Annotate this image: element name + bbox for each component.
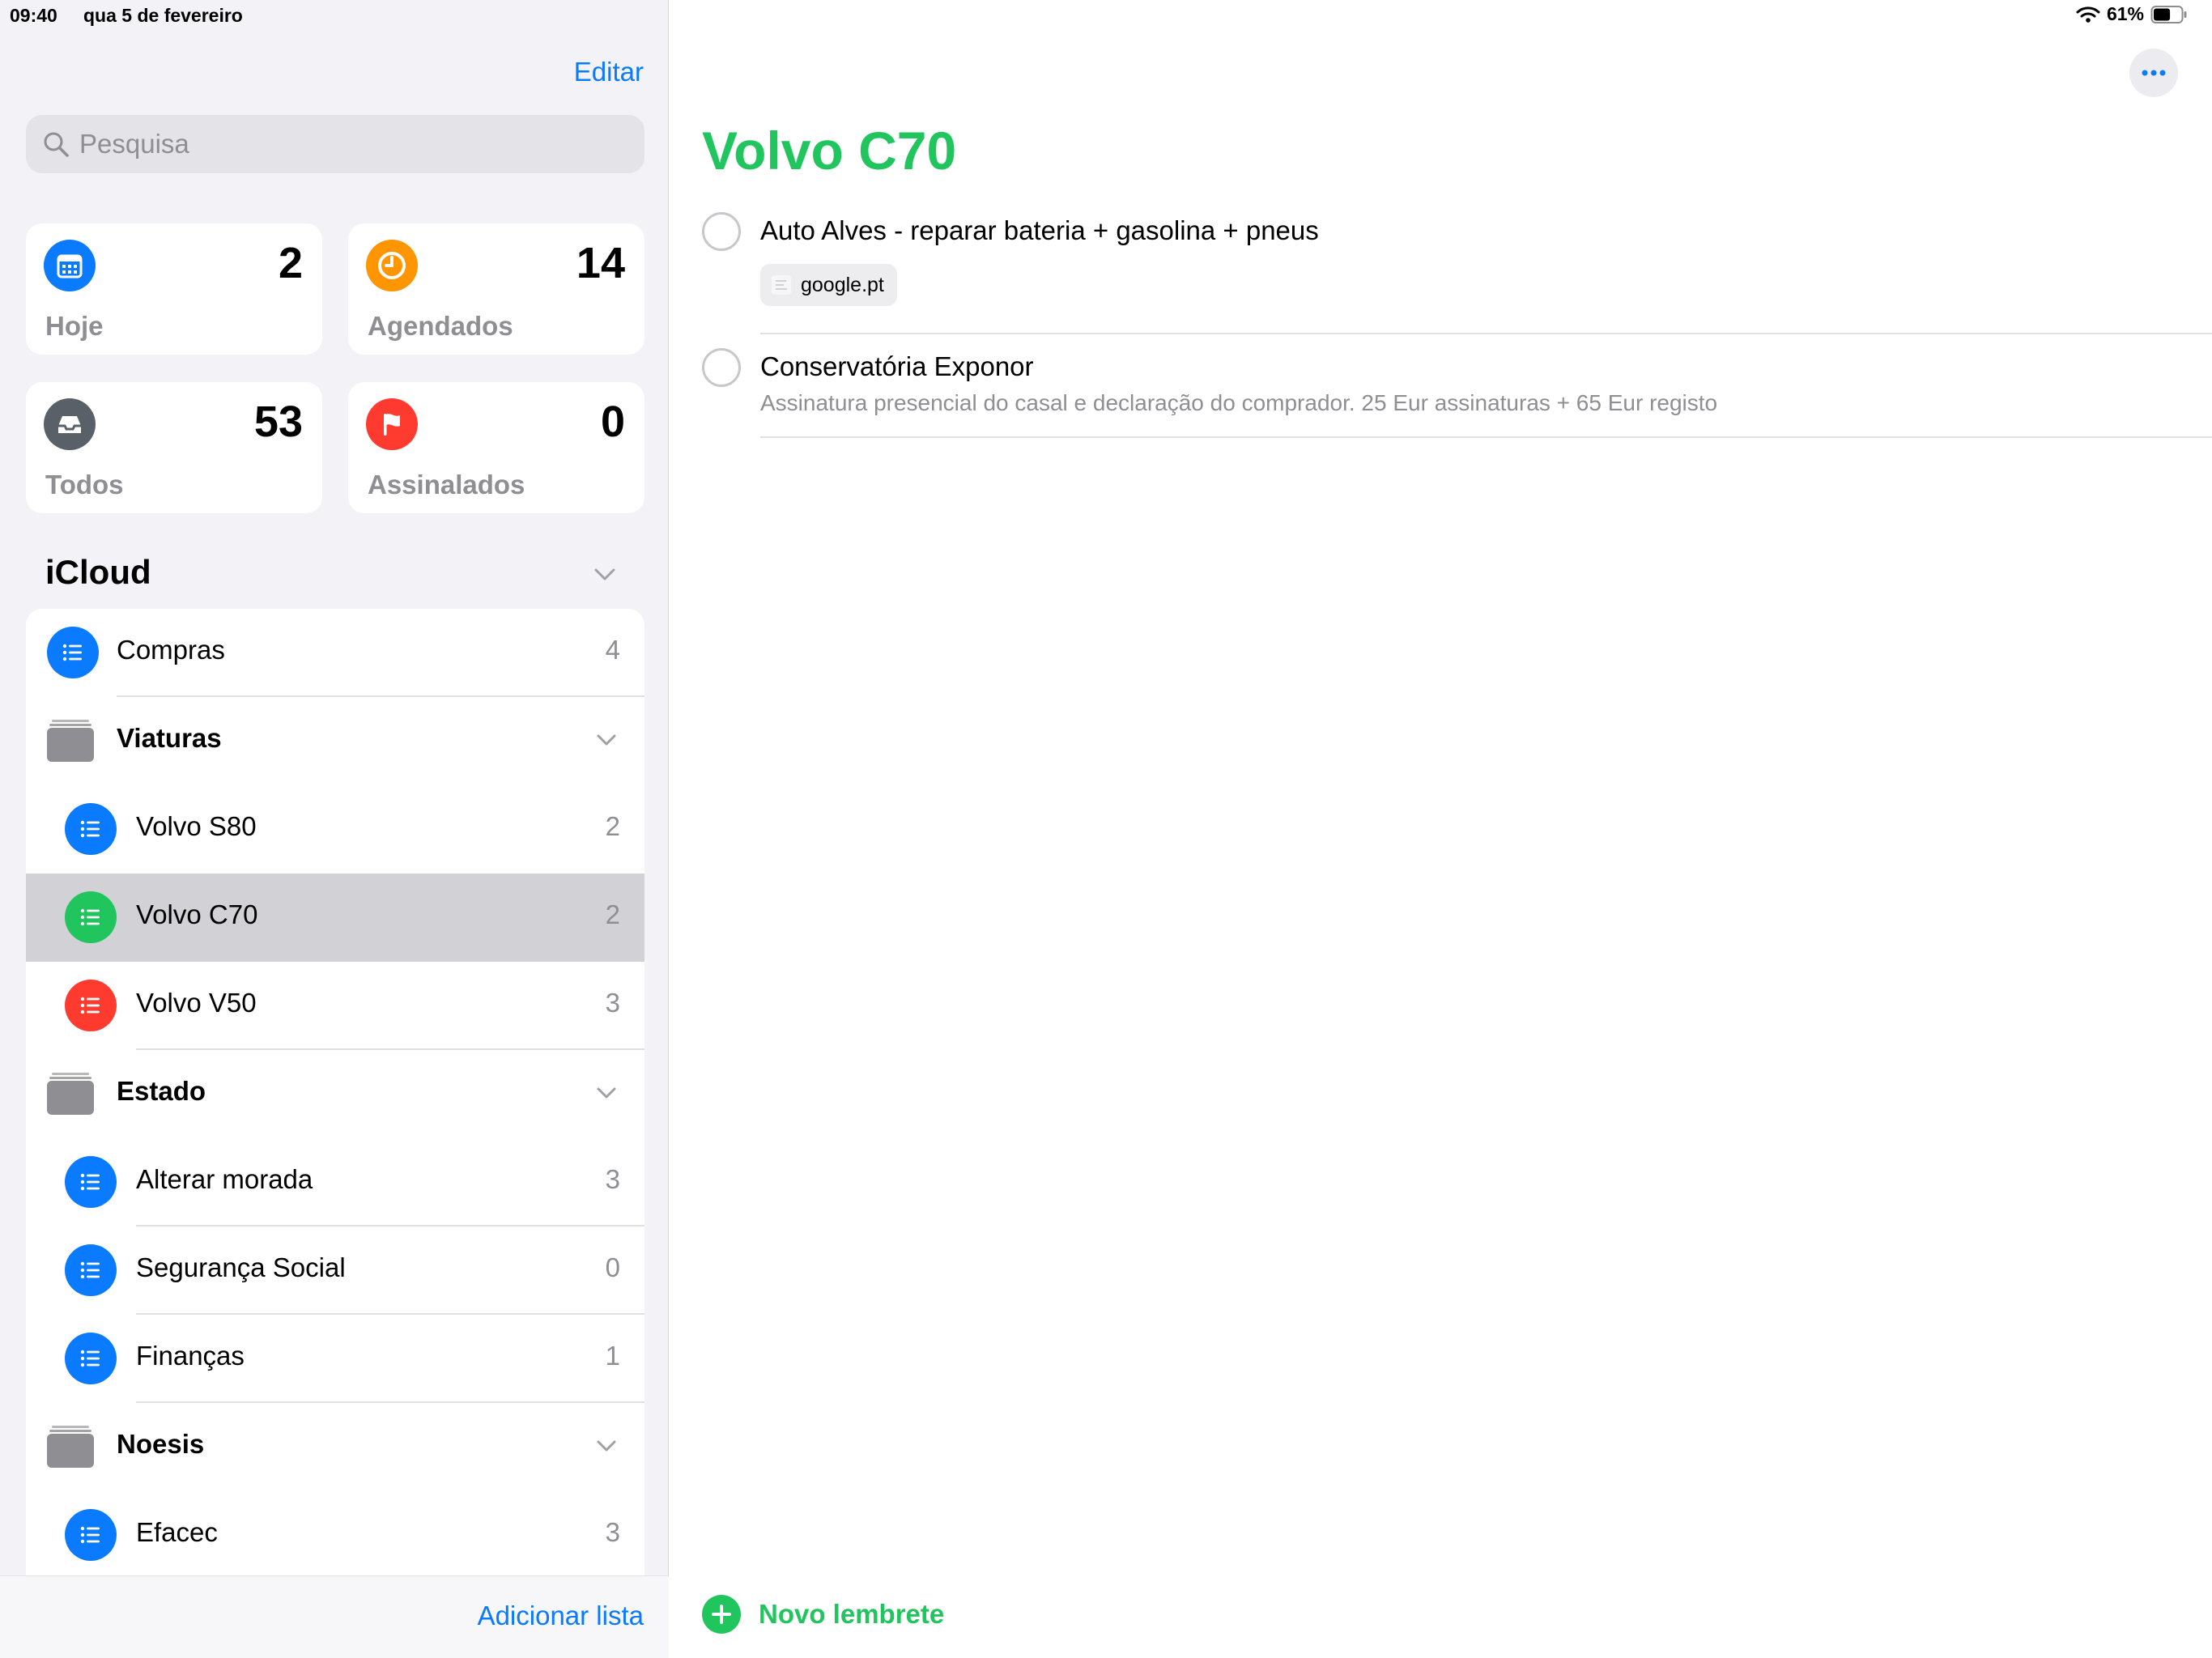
list-item-finanças[interactable]: Finanças 1 [26, 1315, 644, 1403]
search-field[interactable]: Pesquisa [26, 115, 644, 173]
list-name: Finanças [136, 1341, 245, 1371]
smart-list-label: Agendados [368, 311, 513, 341]
list-item-alterar-morada[interactable]: Alterar morada 3 [26, 1138, 644, 1226]
list-item-efacec[interactable]: Efacec 3 [26, 1491, 644, 1575]
add-list-button[interactable]: Adicionar lista [478, 1601, 644, 1631]
section-title: iCloud [45, 553, 151, 591]
smart-list-scheduled[interactable]: 14 Agendados [348, 223, 644, 355]
list-count: 1 [605, 1341, 620, 1371]
list-icon [65, 803, 117, 855]
reminder-item: Conservatória Exponor Assinatura presenc… [702, 348, 2212, 439]
reminders-pane: 61% Volvo C70 Auto Alves - reparar bater… [670, 0, 2212, 1658]
group-name: Noesis [117, 1429, 205, 1459]
chevron-down-icon[interactable] [594, 1434, 619, 1458]
chevron-down-icon[interactable] [591, 560, 619, 588]
edit-button[interactable]: Editar [574, 57, 644, 87]
calendar-icon [44, 240, 96, 291]
smart-list-label: Assinalados [368, 470, 525, 500]
list-item-compras[interactable]: Compras 4 [26, 609, 644, 697]
reminder-title[interactable]: Auto Alves - reparar bateria + gasolina … [760, 215, 1319, 246]
list-count: 3 [605, 1517, 620, 1547]
status-time: 09:40 [10, 5, 57, 26]
list-icon [65, 1509, 117, 1561]
list-name: Alterar morada [136, 1164, 313, 1194]
status-indicators: 61% [2076, 3, 2188, 25]
list-count: 0 [605, 1252, 620, 1282]
group-name: Viaturas [117, 723, 222, 753]
divider [760, 333, 2212, 334]
reminder-notes: Assinatura presencial do casal e declara… [760, 390, 1718, 415]
link-thumbnail-icon [772, 275, 791, 295]
list-count: 3 [605, 988, 620, 1018]
list-name: Efacec [136, 1517, 218, 1547]
battery-icon [2150, 5, 2187, 23]
reminder-item: Auto Alves - reparar bateria + gasolina … [702, 212, 2212, 334]
list-name: Compras [117, 635, 225, 665]
clock-icon [366, 240, 418, 291]
sidebar: 09:40 qua 5 de fevereiro Editar Pesquisa… [0, 0, 669, 1658]
search-icon [44, 132, 69, 157]
list-icon [65, 980, 117, 1031]
list-name: Volvo V50 [136, 988, 257, 1018]
list-name: Segurança Social [136, 1252, 346, 1282]
new-reminder-button[interactable]: Novo lembrete [702, 1595, 944, 1634]
list-item-volvo-v50[interactable]: Volvo V50 3 [26, 962, 644, 1050]
link-label: google.pt [801, 273, 884, 296]
list-icon [65, 1156, 117, 1208]
search-placeholder: Pesquisa [79, 129, 189, 159]
list-item-segurança-social[interactable]: Segurança Social 0 [26, 1226, 644, 1315]
folder-icon [47, 1424, 94, 1468]
tray-icon [44, 398, 96, 450]
smart-list-count: 0 [600, 397, 625, 446]
list-title: Volvo C70 [702, 121, 957, 181]
link-attachment[interactable]: google.pt [760, 264, 897, 306]
list-count: 4 [605, 635, 620, 665]
ellipsis-icon [2142, 70, 2166, 76]
list-name: Volvo C70 [136, 899, 258, 929]
new-reminder-label: Novo lembrete [759, 1599, 945, 1629]
smart-list-today[interactable]: 2 Hoje [26, 223, 322, 355]
list-icon [47, 627, 99, 678]
list-item-volvo-c70[interactable]: Volvo C70 2 [26, 874, 644, 962]
smart-list-count: 2 [278, 239, 303, 287]
list-icon [65, 1244, 117, 1296]
list-icon [65, 891, 117, 943]
flag-icon [366, 398, 418, 450]
more-button[interactable] [2129, 49, 2178, 97]
smart-list-count: 53 [253, 397, 303, 446]
list-count: 2 [605, 899, 620, 929]
reminder-checkbox[interactable] [702, 212, 741, 251]
list-item-volvo-s80[interactable]: Volvo S80 2 [26, 785, 644, 874]
chevron-down-icon[interactable] [594, 1081, 619, 1105]
list-group-noesis[interactable]: Noesis [26, 1403, 644, 1491]
wifi-icon [2076, 6, 2100, 23]
folder-icon [47, 718, 94, 762]
list-icon [65, 1333, 117, 1384]
group-name: Estado [117, 1076, 206, 1106]
status-date: qua 5 de fevereiro [83, 5, 243, 26]
reminder-title[interactable]: Conservatória Exponor [760, 351, 1034, 382]
smart-list-all[interactable]: 53 Todos [26, 382, 322, 513]
smart-list-label: Hoje [45, 311, 104, 341]
list-count: 2 [605, 811, 620, 841]
battery-percent: 61% [2106, 3, 2144, 24]
smart-list-flagged[interactable]: 0 Assinalados [348, 382, 644, 513]
list-group-estado[interactable]: Estado [26, 1050, 644, 1138]
divider [760, 436, 2212, 438]
plus-circle-icon [702, 1595, 741, 1634]
reminder-checkbox[interactable] [702, 348, 741, 387]
list-collection: Compras 4 Viaturas Volvo S80 2 Volvo C70 2 Volv… [26, 609, 644, 1575]
smart-list-label: Todos [45, 470, 124, 500]
list-name: Volvo S80 [136, 811, 257, 841]
folder-icon [47, 1071, 94, 1115]
chevron-down-icon[interactable] [594, 728, 619, 752]
list-group-viaturas[interactable]: Viaturas [26, 697, 644, 785]
smart-list-count: 14 [576, 239, 625, 287]
list-count: 3 [605, 1164, 620, 1194]
